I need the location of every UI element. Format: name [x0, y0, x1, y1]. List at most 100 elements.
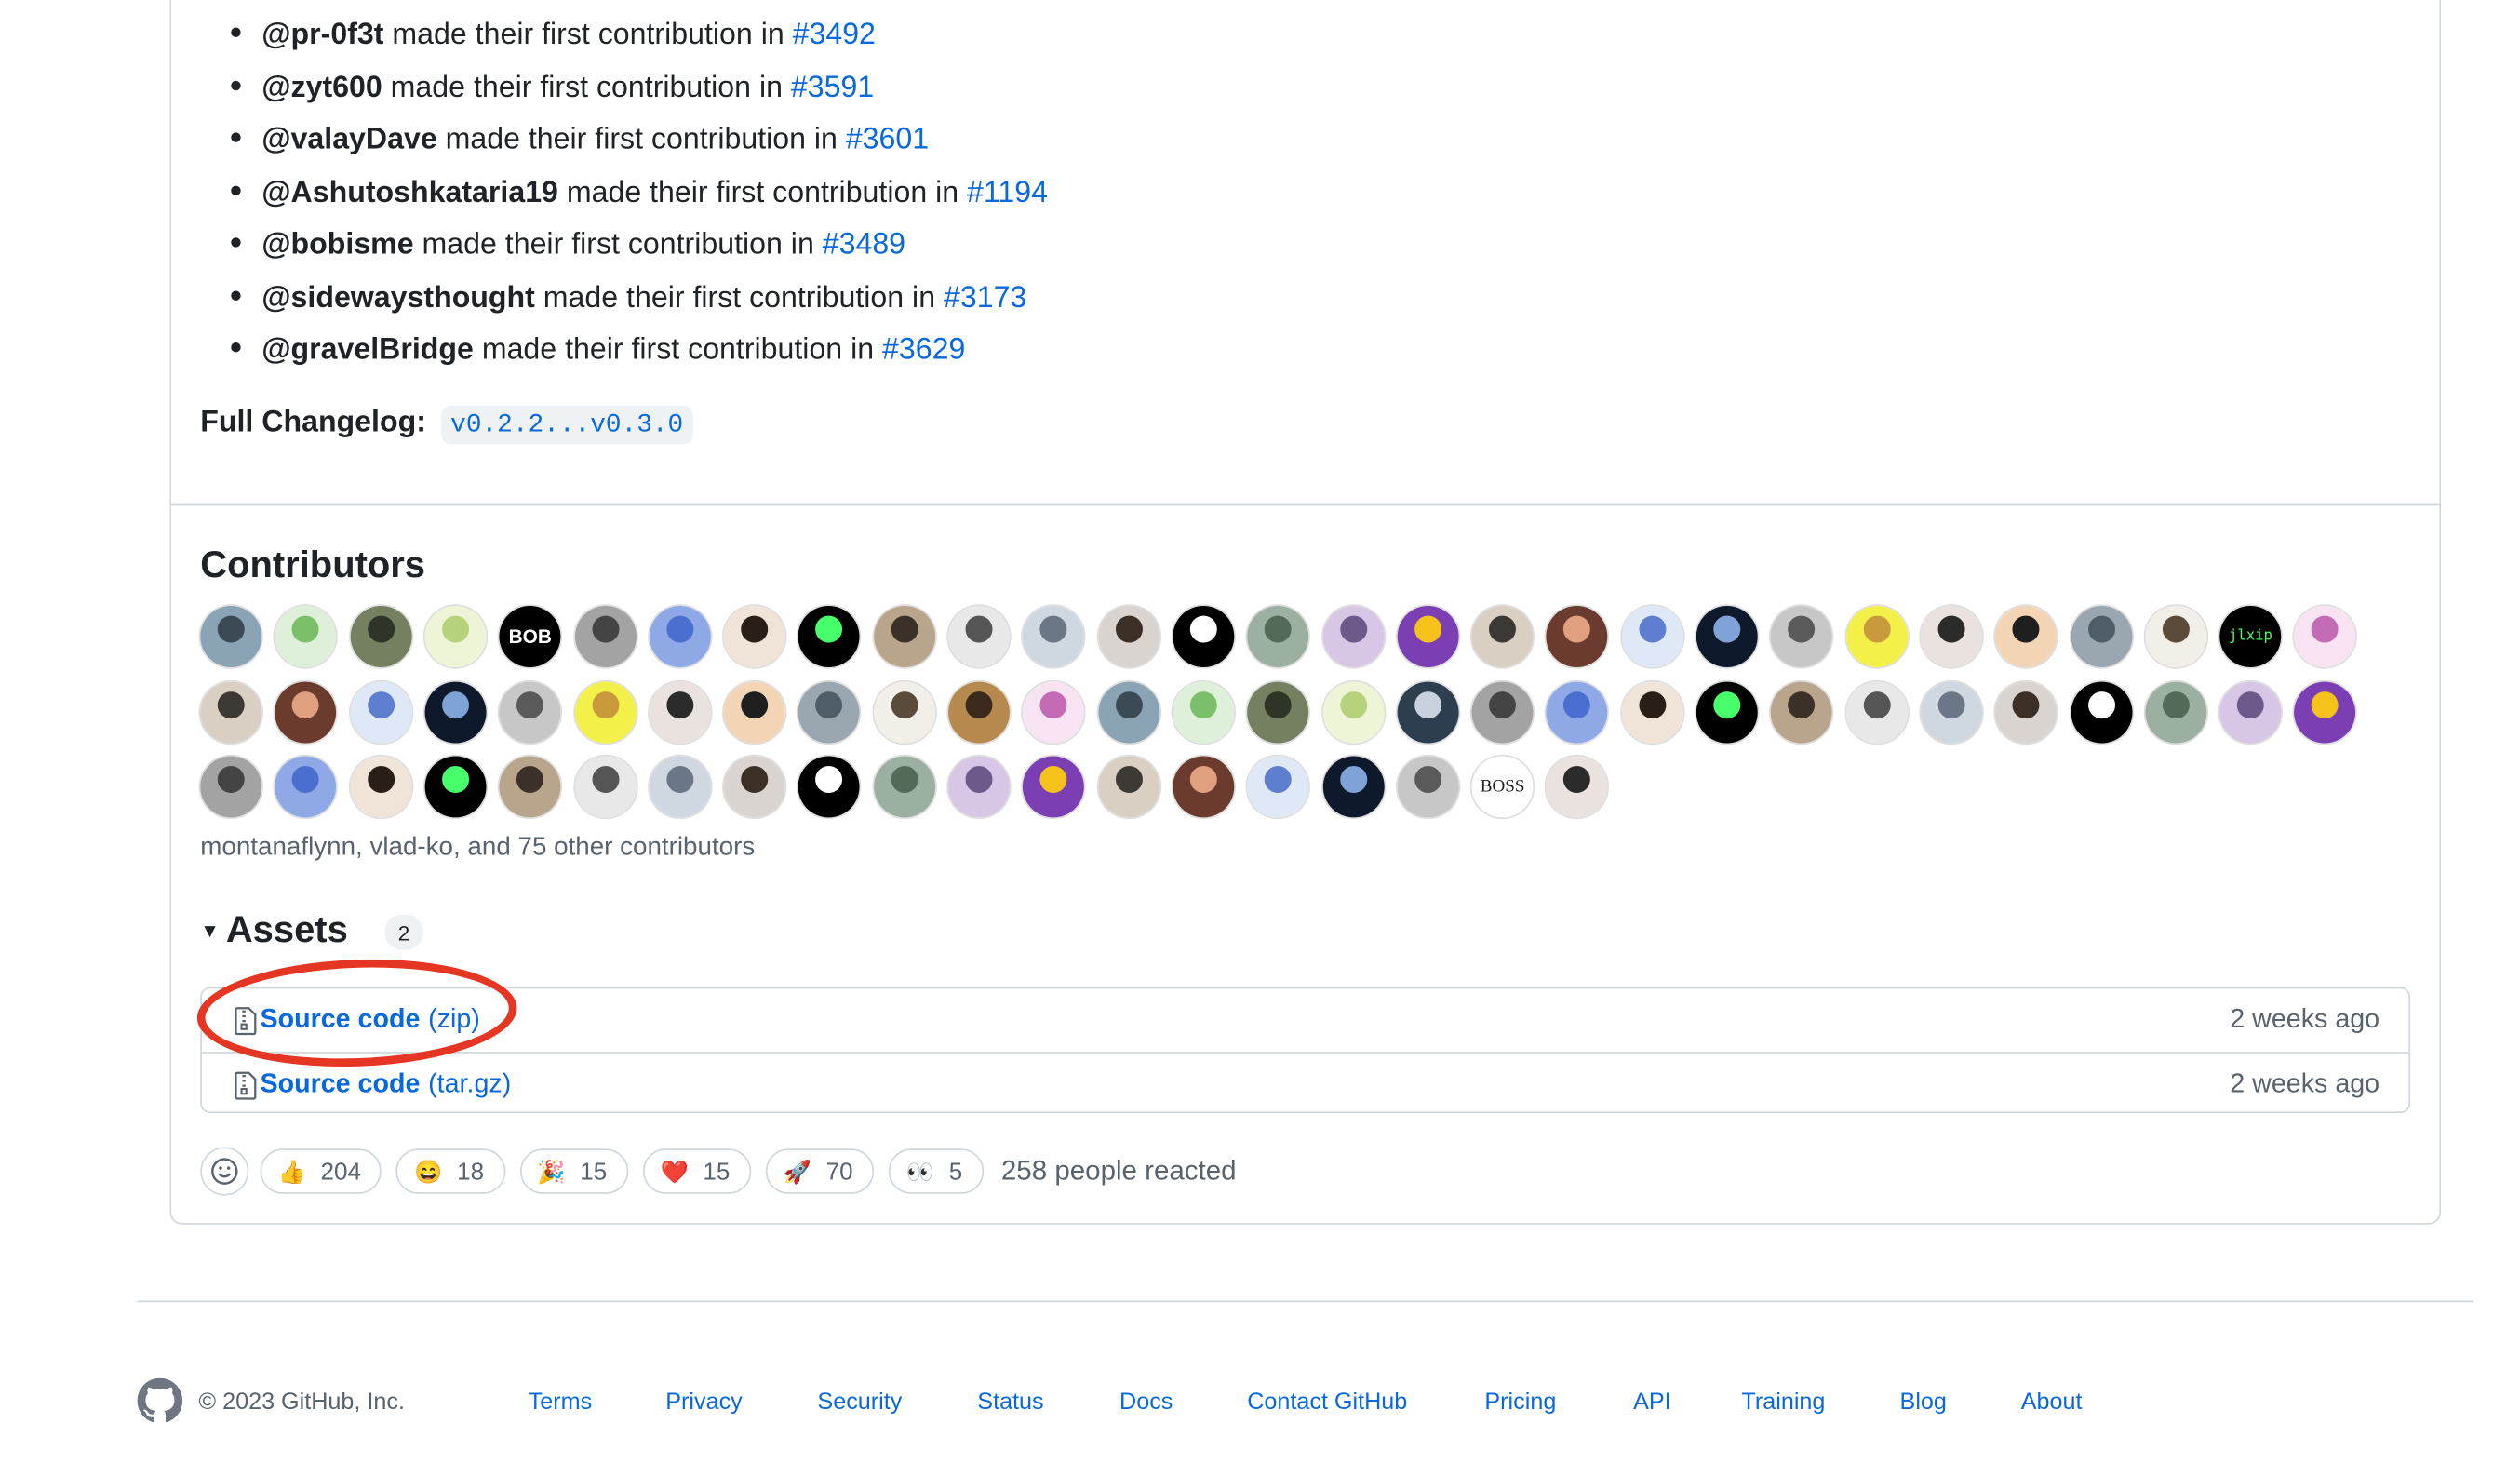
contributor-avatar[interactable] — [424, 680, 487, 743]
footer-link-docs[interactable]: Docs — [1119, 1389, 1173, 1416]
pr-link[interactable]: #3173 — [944, 278, 1026, 312]
footer-link-security[interactable]: Security — [817, 1389, 902, 1416]
contributor-avatar[interactable] — [723, 756, 785, 818]
contributor-avatar[interactable] — [948, 680, 1010, 743]
add-reaction-button[interactable] — [200, 1147, 249, 1196]
contributor-avatar[interactable] — [1471, 680, 1534, 743]
contributor-username[interactable]: @Ashutoshkataria19 — [261, 174, 558, 208]
contributor-avatar[interactable] — [574, 680, 637, 743]
footer-link-privacy[interactable]: Privacy — [665, 1389, 743, 1416]
reaction-laugh[interactable]: 😄 18 — [396, 1148, 505, 1194]
contributor-avatar[interactable] — [649, 756, 711, 818]
contributor-avatar[interactable] — [2070, 680, 2132, 743]
footer-link-blog[interactable]: Blog — [1900, 1389, 1947, 1416]
contributor-avatar[interactable] — [1097, 756, 1159, 818]
contributor-username[interactable]: @gravelBridge — [261, 331, 474, 365]
contributor-avatar[interactable] — [1173, 606, 1235, 667]
contributor-username[interactable]: @pr-0f3t — [261, 16, 383, 49]
contributor-username[interactable]: @zyt600 — [261, 69, 382, 102]
contributor-avatar[interactable] — [1845, 606, 1908, 667]
contributor-avatar[interactable] — [200, 680, 262, 743]
asset-link[interactable]: Source code (tar.gz) — [235, 1069, 512, 1100]
footer-link-pricing[interactable]: Pricing — [1484, 1389, 1556, 1416]
contributor-avatar[interactable] — [1023, 606, 1085, 667]
contributor-avatar[interactable] — [1845, 680, 1908, 743]
contributor-avatar[interactable] — [2145, 606, 2207, 667]
contributor-avatar[interactable] — [723, 680, 785, 743]
contributor-avatar[interactable]: BOSS — [1471, 756, 1534, 818]
pr-link[interactable]: #3492 — [793, 16, 876, 49]
contributor-avatar[interactable] — [1621, 606, 1683, 667]
contributor-avatar[interactable] — [2145, 680, 2207, 743]
contributor-avatar[interactable] — [1023, 680, 1085, 743]
contributor-avatar[interactable] — [574, 606, 637, 667]
contributor-avatar[interactable] — [1247, 756, 1309, 818]
contributor-avatar[interactable] — [424, 606, 487, 667]
contributor-avatar[interactable] — [1397, 606, 1459, 667]
contributor-avatar[interactable] — [1397, 756, 1459, 818]
contributor-username[interactable]: @bobisme — [261, 226, 413, 260]
contributor-avatar[interactable] — [1321, 680, 1384, 743]
contributor-avatar[interactable] — [1920, 606, 1982, 667]
contributor-avatar[interactable] — [649, 606, 711, 667]
contributor-avatar[interactable] — [1173, 680, 1235, 743]
pr-link[interactable]: #3629 — [882, 331, 965, 365]
contributor-avatar[interactable] — [1321, 606, 1384, 667]
footer-link-status[interactable]: Status — [977, 1389, 1043, 1416]
reaction-rocket[interactable]: 🚀 70 — [765, 1148, 875, 1194]
contributor-avatar[interactable] — [873, 606, 935, 667]
pr-link[interactable]: #3601 — [846, 121, 929, 154]
contributor-avatar[interactable] — [200, 606, 262, 667]
contributor-avatar[interactable] — [649, 680, 711, 743]
contributor-avatar[interactable] — [873, 680, 935, 743]
contributor-avatar[interactable] — [1621, 680, 1683, 743]
contributor-avatar[interactable] — [723, 606, 785, 667]
contributor-username[interactable]: @valayDave — [261, 121, 436, 154]
contributor-username[interactable]: @sidewaysthought — [261, 278, 535, 312]
contributor-avatar[interactable] — [1771, 606, 1833, 667]
footer-link-training[interactable]: Training — [1741, 1389, 1825, 1416]
contributor-avatar[interactable] — [1173, 756, 1235, 818]
contributor-avatar[interactable]: BOB — [499, 606, 561, 667]
contributor-avatar[interactable] — [1097, 606, 1159, 667]
changelog-compare-link[interactable]: v0.2.2...v0.3.0 — [440, 405, 693, 445]
contributor-avatar[interactable] — [499, 756, 561, 818]
contributor-avatar[interactable] — [2219, 680, 2282, 743]
github-logo-icon[interactable] — [137, 1377, 183, 1424]
reaction-heart[interactable]: ❤️ 15 — [642, 1148, 751, 1194]
contributor-avatar[interactable] — [948, 606, 1010, 667]
contributor-avatar[interactable] — [1471, 606, 1534, 667]
assets-toggle[interactable]: ▼ Assets — [200, 908, 348, 952]
contributor-avatar[interactable] — [574, 756, 637, 818]
footer-link-terms[interactable]: Terms — [529, 1389, 593, 1416]
reaction-eyes[interactable]: 👀 5 — [888, 1148, 984, 1194]
contributor-avatar[interactable] — [350, 606, 411, 667]
footer-link-contact[interactable]: Contact GitHub — [1247, 1389, 1407, 1416]
contributor-avatar[interactable] — [2070, 606, 2132, 667]
contributor-avatar[interactable] — [1696, 606, 1758, 667]
contributor-avatar[interactable] — [275, 680, 337, 743]
footer-link-api[interactable]: API — [1633, 1389, 1671, 1416]
contributor-avatar[interactable] — [499, 680, 561, 743]
contributor-avatar[interactable] — [1920, 680, 1982, 743]
contributor-avatar[interactable] — [350, 680, 411, 743]
reaction-hooray[interactable]: 🎉 15 — [519, 1148, 628, 1194]
contributor-avatar[interactable] — [1771, 680, 1833, 743]
contributor-avatar[interactable]: jlxip — [2219, 606, 2282, 667]
contributor-avatar[interactable] — [873, 756, 935, 818]
pr-link[interactable]: #3489 — [823, 226, 905, 260]
contributor-avatar[interactable] — [1247, 606, 1309, 667]
contributor-avatar[interactable] — [350, 756, 411, 818]
contributor-avatar[interactable] — [1097, 680, 1159, 743]
contributor-avatar[interactable] — [200, 756, 262, 818]
contributor-avatar[interactable] — [424, 756, 487, 818]
contributor-avatar[interactable] — [1397, 680, 1459, 743]
contributor-avatar[interactable] — [948, 756, 1010, 818]
contributor-avatar[interactable] — [1696, 680, 1758, 743]
contributor-avatar[interactable] — [1321, 756, 1384, 818]
reaction-thumbs-up[interactable]: 👍 204 — [260, 1148, 382, 1194]
contributor-avatar[interactable] — [1247, 680, 1309, 743]
pr-link[interactable]: #3591 — [791, 69, 874, 102]
footer-link-about[interactable]: About — [2021, 1389, 2083, 1416]
contributor-avatar[interactable] — [1995, 606, 2058, 667]
